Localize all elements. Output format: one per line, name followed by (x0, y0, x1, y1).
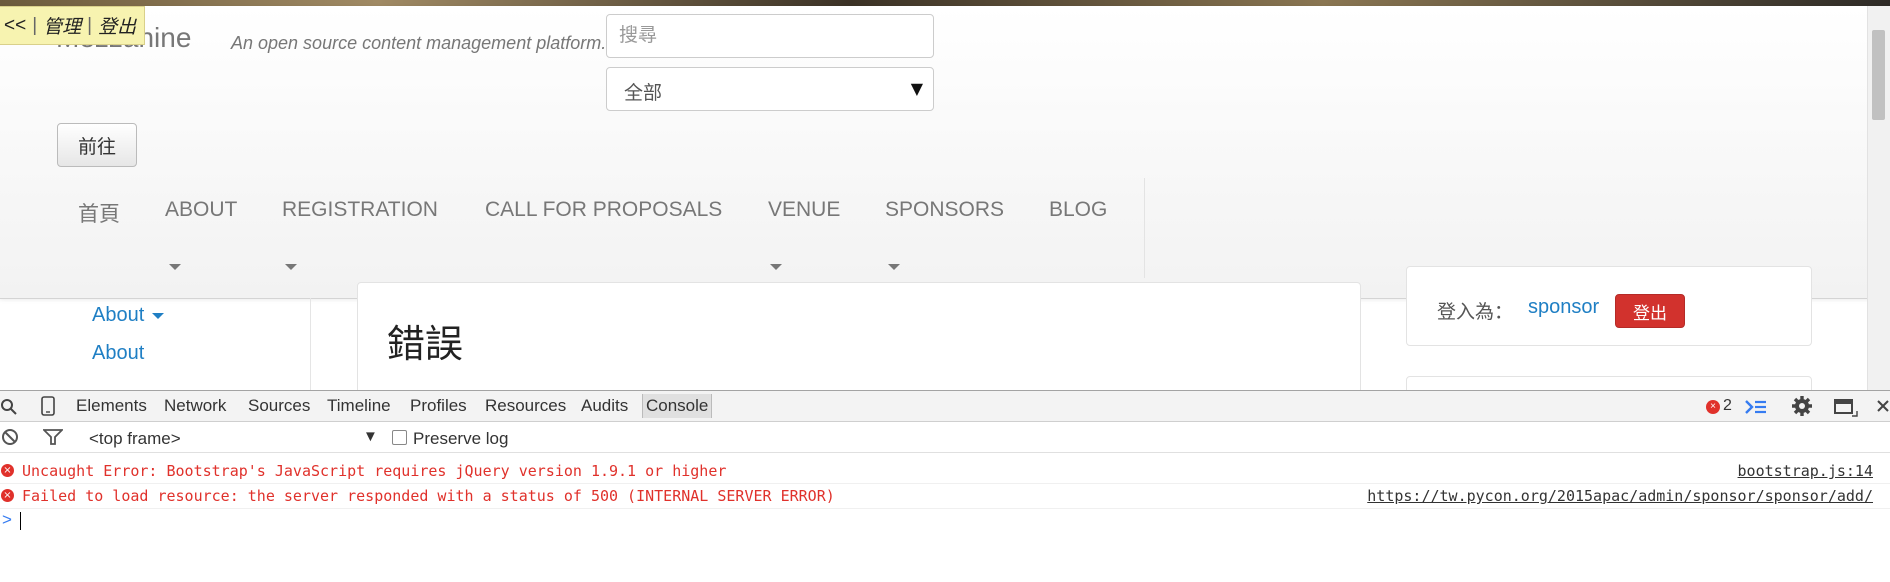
console-message-text: Uncaught Error: Bootstrap's JavaScript r… (22, 462, 727, 480)
preserve-log-checkbox[interactable] (392, 430, 407, 445)
search-go-button[interactable]: 前往 (57, 123, 137, 167)
console-message-source-link[interactable]: https://tw.pycon.org/2015apac/admin/spon… (1367, 487, 1873, 505)
page-title: 錯誤 (387, 322, 464, 366)
console-error-message: × Failed to load resource: the server re… (0, 484, 1890, 509)
nav-item-about[interactable]: ABOUT (165, 198, 237, 222)
error-count: 2 (1723, 397, 1732, 414)
sidebar-section-label: About (92, 304, 145, 326)
nav-item-registration[interactable]: REGISTRATION (282, 198, 438, 222)
sidebar-link-about[interactable]: About (92, 342, 144, 365)
scrollbar-thumb[interactable] (1872, 30, 1885, 120)
logout-button[interactable]: 登出 (1615, 294, 1685, 328)
tab-profiles[interactable]: Profiles (410, 396, 467, 416)
error-count-badge[interactable]: × 2 (1706, 397, 1732, 415)
nav-item-venue[interactable]: VENUE (768, 198, 840, 222)
nav-registration-caret-icon[interactable] (285, 264, 297, 270)
admin-toolbar: << | 管理 | 登出 (0, 6, 146, 45)
admin-logout-link[interactable]: 登出 (98, 12, 136, 39)
tab-console[interactable]: Console (642, 394, 713, 418)
close-icon[interactable] (1876, 399, 1890, 413)
sidebar-panel (1406, 376, 1812, 390)
search-scope-select[interactable]: 全部 ▼ (606, 67, 934, 111)
console-messages: × Uncaught Error: Bootstrap's JavaScript… (0, 459, 1890, 533)
error-icon: × (1706, 400, 1720, 414)
filter-funnel-icon[interactable] (43, 428, 63, 446)
tab-audits[interactable]: Audits (581, 396, 628, 416)
frame-selector[interactable]: <top frame> (89, 429, 181, 449)
console-message-source-link[interactable]: bootstrap.js:14 (1738, 462, 1873, 480)
nav-about-caret-icon[interactable] (169, 264, 181, 270)
main-navigation: 首頁 ABOUT REGISTRATION CALL FOR PROPOSALS… (60, 178, 1145, 278)
dock-side-icon[interactable] (1834, 397, 1858, 417)
login-status-panel: 登入為： sponsor 登出 (1406, 266, 1812, 346)
page-scrollbar[interactable] (1867, 6, 1890, 390)
admin-manage-link[interactable]: 管理 (43, 12, 81, 39)
tab-resources[interactable]: Resources (485, 396, 566, 416)
text-cursor (20, 512, 21, 530)
site-tagline: An open source content management platfo… (231, 33, 607, 53)
device-mode-icon[interactable] (41, 396, 55, 416)
error-icon: × (1, 464, 14, 477)
tab-elements[interactable]: Elements (76, 396, 147, 416)
nav-item-sponsors[interactable]: SPONSORS (885, 198, 1004, 222)
tab-sources[interactable]: Sources (248, 396, 310, 416)
nav-sponsors-caret-icon[interactable] (888, 264, 900, 270)
separator: | (87, 14, 93, 36)
devtools-panel: Elements Network Sources Timeline Profil… (0, 390, 1890, 582)
inspect-search-icon[interactable] (0, 398, 18, 416)
site-navbar: Mezzanine An open source content managem… (0, 6, 1890, 299)
left-sidebar: About About (57, 298, 311, 390)
settings-gear-icon[interactable] (1791, 395, 1813, 417)
logged-in-username-link[interactable]: sponsor (1528, 296, 1599, 319)
nav-item-home[interactable]: 首頁 (78, 198, 120, 228)
clear-console-icon[interactable] (1, 428, 19, 446)
error-icon: × (1, 489, 14, 502)
caret-down-icon (152, 312, 165, 319)
dropdown-arrow-icon: ▼ (910, 79, 923, 98)
admin-back-link[interactable]: << (4, 15, 26, 37)
console-filter-bar: <top frame> ▼ Preserve log (0, 422, 1890, 453)
console-drawer-icon[interactable] (1744, 398, 1768, 416)
nav-venue-caret-icon[interactable] (770, 264, 782, 270)
console-error-message: × Uncaught Error: Bootstrap's JavaScript… (0, 459, 1890, 484)
website-viewport: Mezzanine An open source content managem… (0, 0, 1890, 390)
search-input[interactable] (606, 14, 934, 58)
nav-item-blog[interactable]: BLOG (1049, 198, 1107, 222)
prompt-chevron-icon: > (2, 510, 12, 529)
frame-dropdown-arrow-icon[interactable]: ▼ (363, 428, 378, 445)
nav-item-call-for-proposals[interactable]: CALL FOR PROPOSALS (485, 198, 722, 222)
devtools-toolbar: Elements Network Sources Timeline Profil… (0, 391, 1890, 422)
search-scope-value: 全部 (624, 83, 663, 104)
tab-timeline[interactable]: Timeline (327, 396, 391, 416)
console-message-text: Failed to load resource: the server resp… (22, 487, 835, 505)
login-label: 登入為： (1437, 301, 1514, 323)
tab-network[interactable]: Network (164, 396, 226, 416)
console-prompt[interactable]: > (0, 509, 1890, 533)
main-content-panel: 錯誤 (357, 282, 1361, 390)
separator: | (32, 14, 38, 36)
preserve-log-label: Preserve log (413, 429, 509, 448)
sidebar-section-about[interactable]: About (92, 304, 165, 327)
